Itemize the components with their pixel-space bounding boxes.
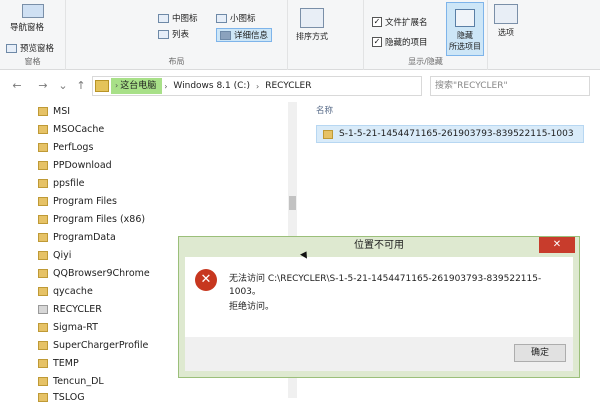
checkbox-checked-icon: ✓ <box>372 37 382 47</box>
tree-item[interactable]: TSLOG <box>38 388 85 406</box>
tree-item[interactable]: PPDownload <box>38 156 112 174</box>
breadcrumb-this-pc[interactable]: › 这台电脑 <box>111 78 163 94</box>
small-icons-option[interactable]: 小图标 <box>216 12 256 24</box>
details-icon <box>220 30 231 40</box>
folder-icon <box>38 214 48 224</box>
folder-icon <box>38 232 48 242</box>
scrollbar-thumb[interactable] <box>289 196 296 210</box>
folder-icon <box>38 160 48 170</box>
folder-icon <box>95 80 109 92</box>
dialog-body: ✕ 无法访问 C:\RECYCLER\S-1-5-21-1454471165-2… <box>185 257 573 337</box>
ribbon-group-current-view: 排序方式 <box>288 0 364 70</box>
tree-item[interactable]: Sigma-RT <box>38 318 98 336</box>
group-label-panes: 窗格 <box>24 57 41 66</box>
small-icons-icon <box>216 13 227 23</box>
tree-item-selected[interactable]: RECYCLER <box>38 300 102 318</box>
address-bar[interactable]: › 这台电脑 › Windows 8.1 (C:) › RECYCLER <box>92 76 422 96</box>
hidden-items-checkbox[interactable]: ✓ 隐藏的项目 <box>372 36 428 48</box>
details-option[interactable]: 详细信息 <box>216 28 273 42</box>
options-icon <box>494 4 518 24</box>
folder-icon <box>38 178 48 188</box>
folder-icon <box>38 286 48 296</box>
hide-selected-items-button[interactable]: 隐藏 所选项目 <box>446 2 484 56</box>
folder-icon <box>38 392 48 402</box>
group-label-layout: 布局 <box>168 57 185 66</box>
hide-selected-icon <box>455 9 475 27</box>
folder-icon <box>38 196 48 206</box>
navigation-pane-button[interactable]: 导航窗格 <box>10 4 56 33</box>
tree-item[interactable]: PerfLogs <box>38 138 93 156</box>
tree-item[interactable]: MSOCache <box>38 120 104 138</box>
close-button[interactable]: ✕ <box>539 237 575 253</box>
checkbox-checked-icon: ✓ <box>372 17 382 27</box>
back-arrow-icon[interactable]: ← <box>10 79 24 93</box>
ribbon-group-layout: 中图标 小图标 列表 详细信息 布局 <box>66 0 288 70</box>
address-row: ← → ⌄ ↑ › 这台电脑 › Windows 8.1 (C:) › RECYC… <box>0 72 600 100</box>
folder-icon <box>38 340 48 350</box>
preview-pane-button[interactable]: 预览窗格 <box>6 42 54 54</box>
tree-item[interactable]: ppsfile <box>38 174 84 192</box>
folder-icon <box>38 304 48 314</box>
folder-icon <box>38 106 48 116</box>
tree-item[interactable]: qycache <box>38 282 93 300</box>
forward-arrow-icon[interactable]: → <box>36 79 50 93</box>
folder-icon <box>323 129 333 139</box>
folder-icon <box>38 376 48 386</box>
search-input[interactable]: 搜索"RECYCLER" <box>430 76 590 96</box>
options-button[interactable]: 选项 <box>494 4 518 38</box>
tree-item[interactable]: MSI <box>38 102 70 120</box>
tree-item[interactable]: Program Files (x86) <box>38 210 145 228</box>
list-icon <box>158 29 169 39</box>
breadcrumb-folder[interactable]: RECYCLER <box>261 81 315 91</box>
up-arrow-icon[interactable]: ↑ <box>74 79 88 93</box>
error-icon: ✕ <box>195 269 217 291</box>
ribbon: 导航窗格 预览窗格 窗格 中图标 小图标 列表 详细信息 布局 排序方式 ✓ 文… <box>0 0 600 70</box>
dialog-denied-text: 拒绝访问。 <box>229 302 275 312</box>
tree-item[interactable]: QQBrowser9Chrome <box>38 264 150 282</box>
medium-icons-option[interactable]: 中图标 <box>158 12 198 24</box>
dialog-title: 位置不可用 <box>354 240 404 251</box>
medium-icons-icon <box>158 13 169 23</box>
recent-locations-chevron-icon[interactable]: ⌄ <box>56 79 70 93</box>
folder-icon <box>38 124 48 134</box>
folder-icon <box>38 268 48 278</box>
tree-item[interactable]: SuperChargerProfile <box>38 336 148 354</box>
dialog-message: 无法访问 C:\RECYCLER\S-1-5-21-1454471165-261… <box>229 274 542 297</box>
tree-item[interactable]: TEMP <box>38 354 79 372</box>
ok-button[interactable]: 确定 <box>514 344 566 362</box>
breadcrumb-separator-icon: › <box>255 81 260 91</box>
preview-pane-icon <box>6 43 17 53</box>
breadcrumb-separator-icon: › <box>164 81 168 91</box>
breadcrumb-drive[interactable]: Windows 8.1 (C:) <box>169 81 254 91</box>
folder-icon <box>38 250 48 260</box>
group-label-show-hide: 显示/隐藏 <box>408 57 443 66</box>
ribbon-group-panes: 导航窗格 预览窗格 窗格 <box>0 0 66 70</box>
tree-item[interactable]: Program Files <box>38 192 117 210</box>
file-extensions-checkbox[interactable]: ✓ 文件扩展名 <box>372 16 428 28</box>
folder-icon <box>38 358 48 368</box>
sort-by-button[interactable]: 排序方式 <box>296 8 328 42</box>
column-header-name[interactable]: 名称 <box>316 104 333 116</box>
folder-icon <box>38 142 48 152</box>
navigation-pane-icon <box>22 4 44 18</box>
tree-item[interactable]: ProgramData <box>38 228 116 246</box>
sort-icon <box>300 8 324 28</box>
list-option[interactable]: 列表 <box>158 28 189 40</box>
folder-icon <box>38 322 48 332</box>
file-row[interactable]: S-1-5-21-1454471165-261903793-839522115-… <box>316 125 584 143</box>
tree-item[interactable]: Qiyi <box>38 246 71 264</box>
